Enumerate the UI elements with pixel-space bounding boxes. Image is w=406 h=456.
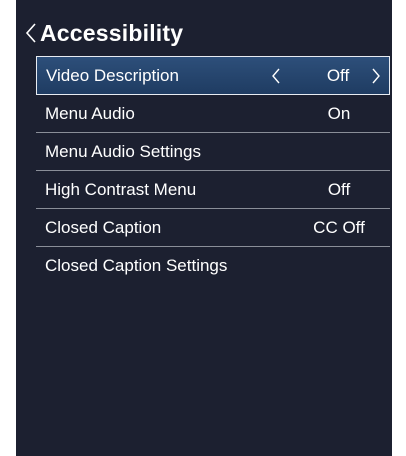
menu-item-label: Video Description (46, 66, 179, 85)
menu-item-label: Menu Audio Settings (45, 142, 201, 161)
menu-item-value: Off (327, 180, 351, 199)
menu-item-label: High Contrast Menu (45, 180, 197, 199)
chevron-left-icon[interactable] (271, 68, 281, 84)
menu-item-menu-audio[interactable]: Menu Audio On (36, 95, 390, 133)
menu-item-closed-caption-settings[interactable]: Closed Caption Settings (36, 247, 390, 285)
menu-item-value: CC Off (313, 218, 365, 237)
menu-item-closed-caption[interactable]: Closed Caption CC Off (36, 209, 390, 247)
menu-item-label: Closed Caption (45, 218, 162, 237)
settings-menu: Video Description Off Menu Audio On Menu… (36, 56, 390, 285)
menu-item-label: Menu Audio (45, 104, 135, 123)
menu-item-menu-audio-settings[interactable]: Menu Audio Settings (36, 133, 390, 171)
menu-item-value: On (327, 104, 351, 123)
chevron-right-icon[interactable] (371, 68, 381, 84)
accessibility-screen: Accessibility Video Description Off Menu… (16, 0, 392, 456)
page-title: Accessibility (40, 20, 184, 46)
chevron-left-icon[interactable] (24, 22, 38, 44)
menu-item-video-description[interactable]: Video Description Off (36, 56, 390, 95)
menu-item-value: Off (326, 66, 350, 85)
menu-item-label: Closed Caption Settings (45, 256, 228, 275)
header: Accessibility (16, 18, 392, 48)
menu-item-high-contrast-menu[interactable]: High Contrast Menu Off (36, 171, 390, 209)
